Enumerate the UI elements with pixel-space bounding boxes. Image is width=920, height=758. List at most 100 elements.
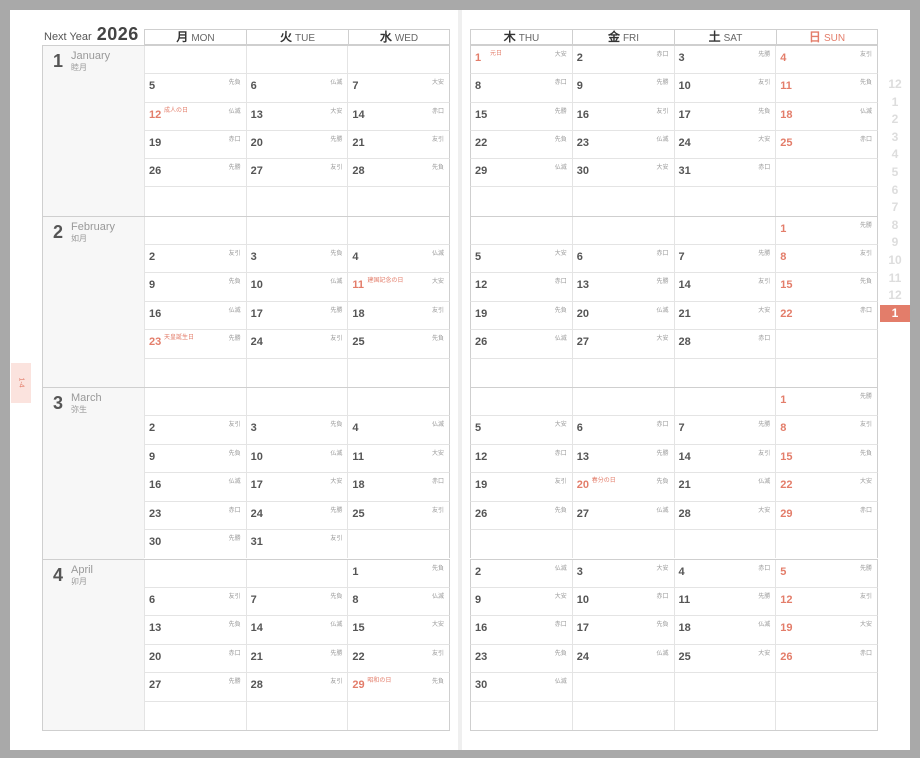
- day-cell[interactable]: 25 赤口: [775, 130, 878, 159]
- month-index-item[interactable]: 11: [880, 270, 910, 288]
- day-cell[interactable]: 12 赤口: [470, 273, 572, 302]
- day-cell[interactable]: 11 先勝: [673, 587, 776, 617]
- day-cell[interactable]: 7 先負: [245, 587, 348, 617]
- day-cell[interactable]: 20 赤口: [144, 644, 246, 674]
- day-cell[interactable]: 27 友引: [245, 159, 348, 188]
- day-cell[interactable]: 22 先負: [470, 130, 572, 159]
- month-index-item[interactable]: 1: [880, 94, 910, 112]
- day-cell[interactable]: 3 先負: [245, 244, 348, 274]
- day-cell[interactable]: 15 先勝: [470, 102, 572, 131]
- day-cell[interactable]: 9 先負: [144, 273, 246, 302]
- day-cell[interactable]: 10 赤口: [571, 587, 674, 617]
- day-cell[interactable]: 10 仏滅: [245, 444, 348, 474]
- day-cell[interactable]: 2 赤口: [571, 46, 674, 75]
- day-cell[interactable]: 4 仏滅: [347, 244, 451, 274]
- day-cell[interactable]: 14 赤口: [347, 102, 451, 131]
- day-cell[interactable]: 26 先勝: [144, 159, 246, 188]
- day-cell[interactable]: 14 仏滅: [245, 616, 348, 645]
- day-cell[interactable]: 8 赤口: [470, 74, 572, 103]
- day-cell[interactable]: 4 赤口: [673, 559, 776, 588]
- day-cell[interactable]: 17 先負: [571, 616, 674, 645]
- month-range-tab[interactable]: 1-4: [11, 363, 31, 403]
- day-cell[interactable]: 12 赤口: [470, 444, 572, 474]
- day-cell[interactable]: 16 仏滅: [144, 473, 246, 502]
- day-cell[interactable]: 1 先勝: [775, 216, 878, 245]
- day-cell[interactable]: 17 大安: [245, 473, 348, 502]
- day-cell[interactable]: 9 大安: [470, 587, 572, 617]
- day-cell[interactable]: 5 大安: [470, 416, 572, 445]
- day-cell[interactable]: 6 仏滅: [245, 74, 348, 103]
- month-index-item[interactable]: 10: [880, 252, 910, 270]
- month-index-item[interactable]: 1: [880, 304, 910, 323]
- day-cell[interactable]: 28 大安: [673, 501, 776, 531]
- day-cell[interactable]: 13 先勝: [571, 444, 674, 474]
- day-cell[interactable]: 26 先負: [470, 501, 572, 531]
- day-cell[interactable]: 19 赤口: [144, 130, 246, 159]
- day-cell[interactable]: 21 先勝: [245, 644, 348, 674]
- day-cell[interactable]: 19 大安: [775, 616, 878, 645]
- month-index-item[interactable]: 4: [880, 146, 910, 164]
- day-cell[interactable]: 20 先勝: [245, 130, 348, 159]
- day-cell[interactable]: 24 友引: [245, 330, 348, 359]
- day-cell[interactable]: 29 仏滅: [470, 159, 572, 188]
- day-cell[interactable]: 5 先勝: [775, 559, 878, 588]
- month-index-item[interactable]: 5: [880, 164, 910, 182]
- day-cell[interactable]: 26 赤口: [775, 644, 878, 674]
- day-cell[interactable]: 25 大安: [673, 644, 776, 674]
- day-cell[interactable]: 22 友引: [347, 644, 451, 674]
- day-cell[interactable]: 21 友引: [347, 130, 451, 159]
- day-cell[interactable]: 16 赤口: [470, 616, 572, 645]
- day-cell[interactable]: 22 大安: [775, 473, 878, 502]
- day-cell[interactable]: 11 大安: [347, 444, 451, 474]
- day-cell[interactable]: 19 友引: [470, 473, 572, 502]
- month-index-item[interactable]: 8: [880, 217, 910, 235]
- day-cell[interactable]: 15 先負: [775, 273, 878, 302]
- day-cell[interactable]: 17 先負: [673, 102, 776, 131]
- day-cell[interactable]: 1 先勝: [775, 388, 878, 417]
- day-cell[interactable]: 8 友引: [775, 244, 878, 274]
- day-cell[interactable]: 28 友引: [245, 673, 348, 702]
- day-cell[interactable]: 18 仏滅: [775, 102, 878, 131]
- day-cell[interactable]: 29 赤口: [775, 501, 878, 531]
- day-cell[interactable]: 27 仏滅: [571, 501, 674, 531]
- day-cell[interactable]: 3 先勝: [673, 46, 776, 75]
- month-index-item[interactable]: 7: [880, 199, 910, 217]
- day-cell[interactable]: 12 仏滅 成人の日: [144, 102, 246, 131]
- day-cell[interactable]: 13 大安: [245, 102, 348, 131]
- day-cell[interactable]: 21 大安: [673, 301, 776, 331]
- day-cell[interactable]: 18 友引: [347, 301, 451, 331]
- day-cell[interactable]: 30 大安: [571, 159, 674, 188]
- day-cell[interactable]: 31 友引: [245, 530, 348, 559]
- day-cell[interactable]: 24 大安: [673, 130, 776, 159]
- day-cell[interactable]: 7 先勝: [673, 416, 776, 445]
- day-cell[interactable]: 8 友引: [775, 416, 878, 445]
- day-cell[interactable]: 23 先勝 天皇誕生日: [144, 330, 246, 359]
- day-cell[interactable]: 18 赤口: [347, 473, 451, 502]
- day-cell[interactable]: 10 仏滅: [245, 273, 348, 302]
- day-cell[interactable]: 15 大安: [347, 616, 451, 645]
- day-cell[interactable]: 5 先負: [144, 74, 246, 103]
- day-cell[interactable]: 21 仏滅: [673, 473, 776, 502]
- day-cell[interactable]: 7 先勝: [673, 244, 776, 274]
- month-index-item[interactable]: 2: [880, 111, 910, 129]
- day-cell[interactable]: 16 友引: [571, 102, 674, 131]
- day-cell[interactable]: 24 仏滅: [571, 644, 674, 674]
- day-cell[interactable]: 15 先負: [775, 444, 878, 474]
- day-cell[interactable]: 6 赤口: [571, 244, 674, 274]
- month-index-item[interactable]: 6: [880, 182, 910, 200]
- day-cell[interactable]: 16 仏滅: [144, 301, 246, 331]
- day-cell[interactable]: 5 大安: [470, 244, 572, 274]
- day-cell[interactable]: 1 大安 元日: [470, 46, 572, 75]
- day-cell[interactable]: 17 先勝: [245, 301, 348, 331]
- day-cell[interactable]: 18 仏滅: [673, 616, 776, 645]
- day-cell[interactable]: 22 赤口: [775, 301, 878, 331]
- day-cell[interactable]: 2 友引: [144, 244, 246, 274]
- day-cell[interactable]: 4 友引: [775, 46, 878, 75]
- day-cell[interactable]: 3 大安: [571, 559, 674, 588]
- month-index-item[interactable]: 9: [880, 234, 910, 252]
- day-cell[interactable]: 28 先負: [347, 159, 451, 188]
- day-cell[interactable]: 14 友引: [673, 444, 776, 474]
- day-cell[interactable]: 20 先負 春分の日: [571, 473, 674, 502]
- day-cell[interactable]: 2 仏滅: [470, 559, 572, 588]
- day-cell[interactable]: 13 先負: [144, 616, 246, 645]
